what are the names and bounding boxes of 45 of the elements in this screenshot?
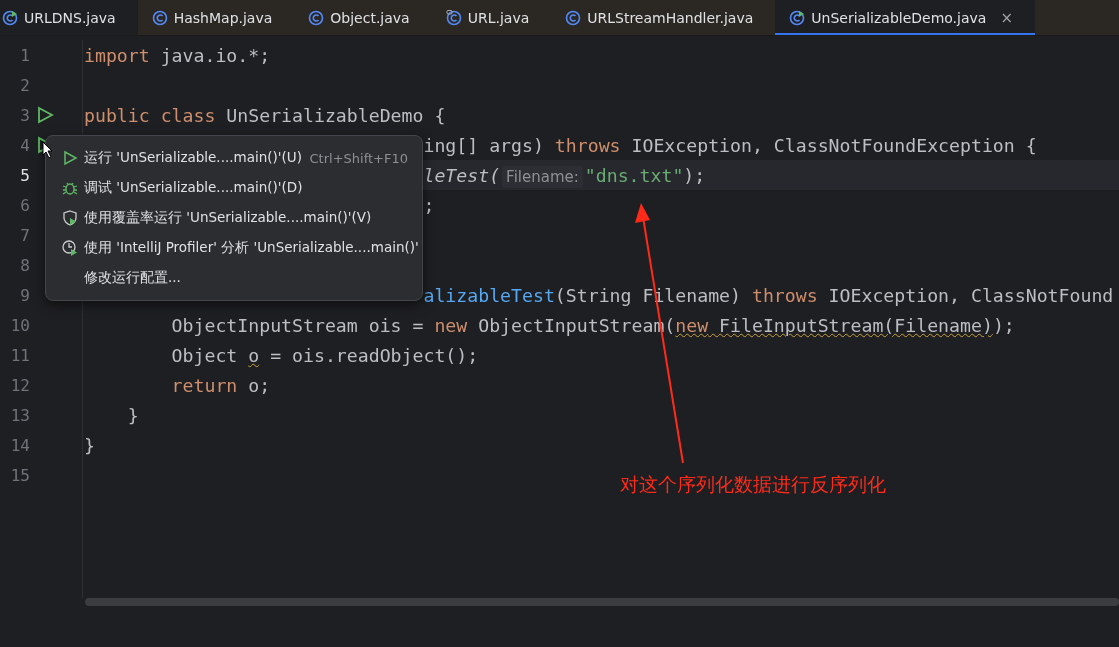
menu-item[interactable]: 调试 'UnSerializable....main()'(D) [46,173,422,203]
line-number: 9 [19,285,30,305]
clock-run-icon [62,240,78,256]
line-number: 10 [9,315,30,335]
horizontal-scrollbar[interactable] [85,598,1119,606]
run-icon [62,150,78,166]
code-line: return o; [170,374,271,396]
line-number: 5 [19,165,30,185]
line-number: 14 [9,435,30,455]
code-line: } [84,434,95,456]
menu-item[interactable]: 使用覆盖率运行 'UnSerializable....main()'(V) [46,203,422,233]
class-icon [445,9,462,26]
line-number: 8 [19,255,30,275]
close-icon[interactable]: × [1000,8,1013,27]
class-icon [789,9,806,26]
line-number: 6 [19,195,30,215]
line-number: 12 [9,375,30,395]
file-tab[interactable]: UnSerializableDemo.java × [775,0,1035,35]
line-number: 4 [19,135,30,155]
line-number: 7 [19,225,30,245]
code-line: leTest( Filename: "dns.txt"); [423,164,706,186]
class-icon [308,9,325,26]
line-number: 1 [19,45,30,65]
line-number: 2 [19,75,30,95]
line-number: 15 [9,465,30,485]
run-icon[interactable] [36,106,54,124]
code-line: ing[] args) throws IOException, ClassNotFoundException { [423,134,1037,156]
annotation-text: 对这个序列化数据进行反序列化 [620,472,886,497]
code-line: import java.io.*; [84,44,271,66]
code-line: } [126,404,139,426]
code-line: public class UnSerializableDemo { [84,104,446,126]
shield-run-icon [62,210,78,226]
menu-item[interactable]: 使用 'IntelliJ Profiler' 分析 'UnSerializable....main()' [46,233,422,263]
bug-icon [62,180,78,196]
class-icon [151,9,168,26]
code-line: ; [423,194,435,216]
class-icon [2,9,18,26]
class-icon [565,9,582,26]
file-tab[interactable]: URLDNS.java [0,0,138,35]
line-number: 3 [19,105,30,125]
code-line: Object o = ois.readObject(); [170,344,479,366]
menu-item[interactable]: 修改运行配置... [46,263,422,293]
mouse-pointer-icon [42,141,54,159]
line-number: 11 [9,345,30,365]
line-number: 13 [9,405,30,425]
